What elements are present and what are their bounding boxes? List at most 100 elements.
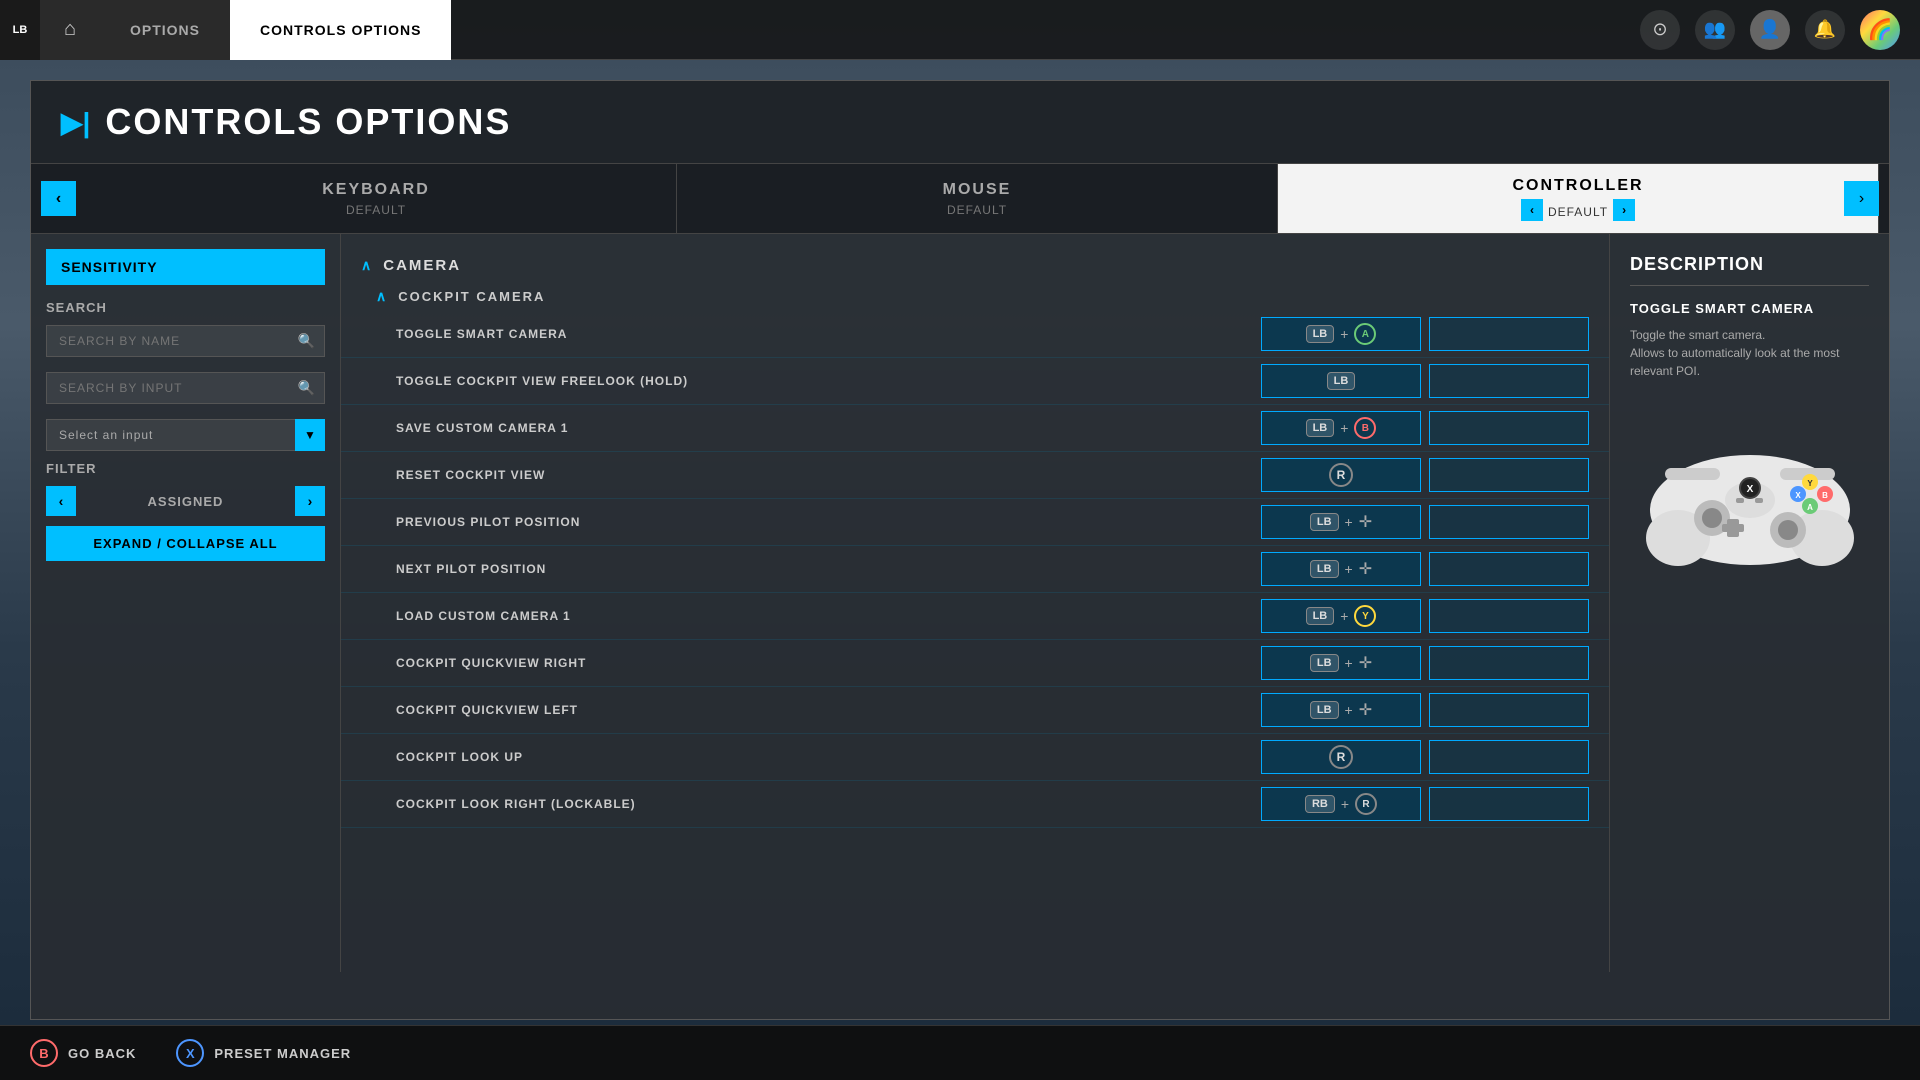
filter-value: ASSIGNED xyxy=(81,494,290,509)
avatar-btn[interactable]: 👤 xyxy=(1750,10,1790,50)
svg-text:Y: Y xyxy=(1807,479,1813,488)
bell-icon-btn[interactable]: 🔔 xyxy=(1805,10,1845,50)
binding-prev-pilot-position-secondary[interactable] xyxy=(1429,505,1589,539)
sensitivity-button[interactable]: SENSITIVITY xyxy=(46,249,325,285)
lb-badge-4: LB xyxy=(1310,513,1339,531)
tab-controller[interactable]: CONTROLLER ‹ DEFAULT › xyxy=(1278,164,1879,233)
control-name-cockpit-quickview-left: COCKPIT QUICKVIEW LEFT xyxy=(396,703,1261,717)
search-by-name-input[interactable] xyxy=(46,325,325,357)
cockpit-camera-label: COCKPIT CAMERA xyxy=(398,289,545,304)
binding-cockpit-look-right-secondary[interactable] xyxy=(1429,787,1589,821)
lb-badge-7: LB xyxy=(1310,654,1339,672)
tab-prev-arrow[interactable]: ‹ xyxy=(41,181,76,216)
svg-text:X: X xyxy=(1746,484,1753,495)
cockpit-camera-subsection[interactable]: ∧ COCKPIT CAMERA xyxy=(341,282,1609,311)
binding-cockpit-look-right-primary[interactable]: RB + R xyxy=(1261,787,1421,821)
tab-keyboard[interactable]: KEYBOARD DEFAULT xyxy=(76,164,677,233)
tab-controller-prev[interactable]: ‹ xyxy=(1521,199,1543,221)
binding-prev-pilot-position-primary[interactable]: LB + ✛ xyxy=(1261,505,1421,539)
bottom-bar: B GO BACK X PRESET MANAGER xyxy=(0,1025,1920,1080)
main-content: ▶| CONTROLS OPTIONS ‹ KEYBOARD DEFAULT M… xyxy=(30,80,1890,1020)
nav-right: ⊙ 👥 👤 🔔 🌈 xyxy=(1640,0,1920,59)
camera-section-header[interactable]: ∧ CAMERA xyxy=(341,249,1609,282)
controls-list: ∧ CAMERA ∧ COCKPIT CAMERA TOGGLE SMART C… xyxy=(341,234,1609,972)
home-button[interactable]: ⌂ xyxy=(40,0,100,60)
control-name-reset-cockpit-view: RESET COCKPIT VIEW xyxy=(396,468,1261,482)
r-stick-btn-2: R xyxy=(1329,745,1353,769)
binding-reset-cockpit-view-secondary[interactable] xyxy=(1429,458,1589,492)
binding-cockpit-quickview-left-primary[interactable]: LB + ✛ xyxy=(1261,693,1421,727)
tab-mouse[interactable]: MOUSE DEFAULT xyxy=(677,164,1278,233)
target-icon-btn[interactable]: ⊙ xyxy=(1640,10,1680,50)
r-stick-btn: R xyxy=(1329,463,1353,487)
binding-save-custom-camera-secondary[interactable] xyxy=(1429,411,1589,445)
binding-toggle-smart-camera-primary[interactable]: LB + A xyxy=(1261,317,1421,351)
cockpit-collapse-icon: ∧ xyxy=(376,288,388,305)
binding-reset-cockpit-view-primary[interactable]: R xyxy=(1261,458,1421,492)
expand-collapse-button[interactable]: EXPAND / COLLAPSE ALL xyxy=(46,526,325,561)
lb-badge-6: LB xyxy=(1306,607,1335,625)
filter-next-arrow[interactable]: › xyxy=(295,486,325,516)
svg-text:B: B xyxy=(1822,491,1828,500)
people-icon-btn[interactable]: 👥 xyxy=(1695,10,1735,50)
dpad-icon-2: ✛ xyxy=(1359,559,1372,579)
lb-badge-8: LB xyxy=(1310,701,1339,719)
go-back-action[interactable]: B GO BACK xyxy=(30,1039,136,1067)
control-name-cockpit-look-up: COCKPIT LOOK UP xyxy=(396,750,1261,764)
filter-control: ‹ ASSIGNED › xyxy=(46,486,325,516)
search-name-icon: 🔍 xyxy=(298,333,315,350)
sidebar: SENSITIVITY SEARCH 🔍 🔍 Select an input ▼… xyxy=(31,234,341,972)
binding-cockpit-quickview-left-secondary[interactable] xyxy=(1429,693,1589,727)
header-icon: ▶| xyxy=(61,106,90,139)
filter-label: FILTER xyxy=(46,461,325,476)
binding-toggle-cockpit-freelook-primary[interactable]: LB xyxy=(1261,364,1421,398)
binding-save-custom-camera-primary[interactable]: LB + B xyxy=(1261,411,1421,445)
binding-load-custom-camera-primary[interactable]: LB + Y xyxy=(1261,599,1421,633)
binding-next-pilot-position-primary[interactable]: LB + ✛ xyxy=(1261,552,1421,586)
select-input-wrap: Select an input ▼ xyxy=(46,419,325,451)
control-save-custom-camera: SAVE CUSTOM CAMERA 1 LB + B xyxy=(341,405,1609,452)
b-button: B xyxy=(1354,417,1376,439)
controls-options-tab[interactable]: CONTROLS OPTIONS xyxy=(230,0,451,60)
control-toggle-smart-camera: TOGGLE SMART CAMERA LB + A xyxy=(341,311,1609,358)
binding-cockpit-look-up-primary[interactable]: R xyxy=(1261,740,1421,774)
dpad-icon-4: ✛ xyxy=(1359,700,1372,720)
control-reset-cockpit-view: RESET COCKPIT VIEW R xyxy=(341,452,1609,499)
binding-cockpit-quickview-right-primary[interactable]: LB + ✛ xyxy=(1261,646,1421,680)
preset-manager-label: PRESET MANAGER xyxy=(214,1046,351,1061)
search-input-icon: 🔍 xyxy=(298,380,315,397)
svg-text:A: A xyxy=(1807,503,1813,512)
search-by-input-input[interactable] xyxy=(46,372,325,404)
binding-load-custom-camera-secondary[interactable] xyxy=(1429,599,1589,633)
body-layout: SENSITIVITY SEARCH 🔍 🔍 Select an input ▼… xyxy=(31,234,1889,972)
r-stick-btn-3: R xyxy=(1355,793,1377,815)
lb-icon: LB xyxy=(0,0,40,60)
description-subtitle: TOGGLE SMART CAMERA xyxy=(1630,301,1869,316)
control-name-toggle-cockpit-freelook: TOGGLE COCKPIT VIEW FREELOOK (HOLD) xyxy=(396,374,1261,388)
options-tab[interactable]: OPTIONS xyxy=(100,0,230,60)
preset-manager-action[interactable]: X PRESET MANAGER xyxy=(176,1039,351,1067)
binding-toggle-cockpit-freelook-secondary[interactable] xyxy=(1429,364,1589,398)
tab-next-arrow[interactable]: › xyxy=(1844,181,1879,216)
control-name-toggle-smart-camera: TOGGLE SMART CAMERA xyxy=(396,327,1261,341)
binding-cockpit-look-up-secondary[interactable] xyxy=(1429,740,1589,774)
dpad-icon-3: ✛ xyxy=(1359,653,1372,673)
camera-section-label: CAMERA xyxy=(383,257,461,274)
binding-next-pilot-position-secondary[interactable] xyxy=(1429,552,1589,586)
camera-collapse-icon: ∧ xyxy=(361,257,373,274)
filter-prev-arrow[interactable]: ‹ xyxy=(46,486,76,516)
flag-icon: 🌈 xyxy=(1860,10,1900,50)
control-name-prev-pilot-position: PREVIOUS PILOT POSITION xyxy=(396,515,1261,529)
y-button: Y xyxy=(1354,605,1376,627)
rb-badge: RB xyxy=(1305,795,1335,813)
control-cockpit-look-right: COCKPIT LOOK RIGHT (LOCKABLE) RB + R xyxy=(341,781,1609,828)
select-input-dropdown[interactable]: Select an input xyxy=(46,419,325,451)
lb-badge: LB xyxy=(1306,325,1335,343)
control-cockpit-look-up: COCKPIT LOOK UP R xyxy=(341,734,1609,781)
search-by-input-wrap: 🔍 xyxy=(46,372,325,404)
tab-controller-next[interactable]: › xyxy=(1613,199,1635,221)
binding-toggle-smart-camera-secondary[interactable] xyxy=(1429,317,1589,351)
binding-cockpit-quickview-right-secondary[interactable] xyxy=(1429,646,1589,680)
description-panel: DESCRIPTION TOGGLE SMART CAMERA Toggle t… xyxy=(1609,234,1889,972)
control-name-save-custom-camera: SAVE CUSTOM CAMERA 1 xyxy=(396,421,1261,435)
